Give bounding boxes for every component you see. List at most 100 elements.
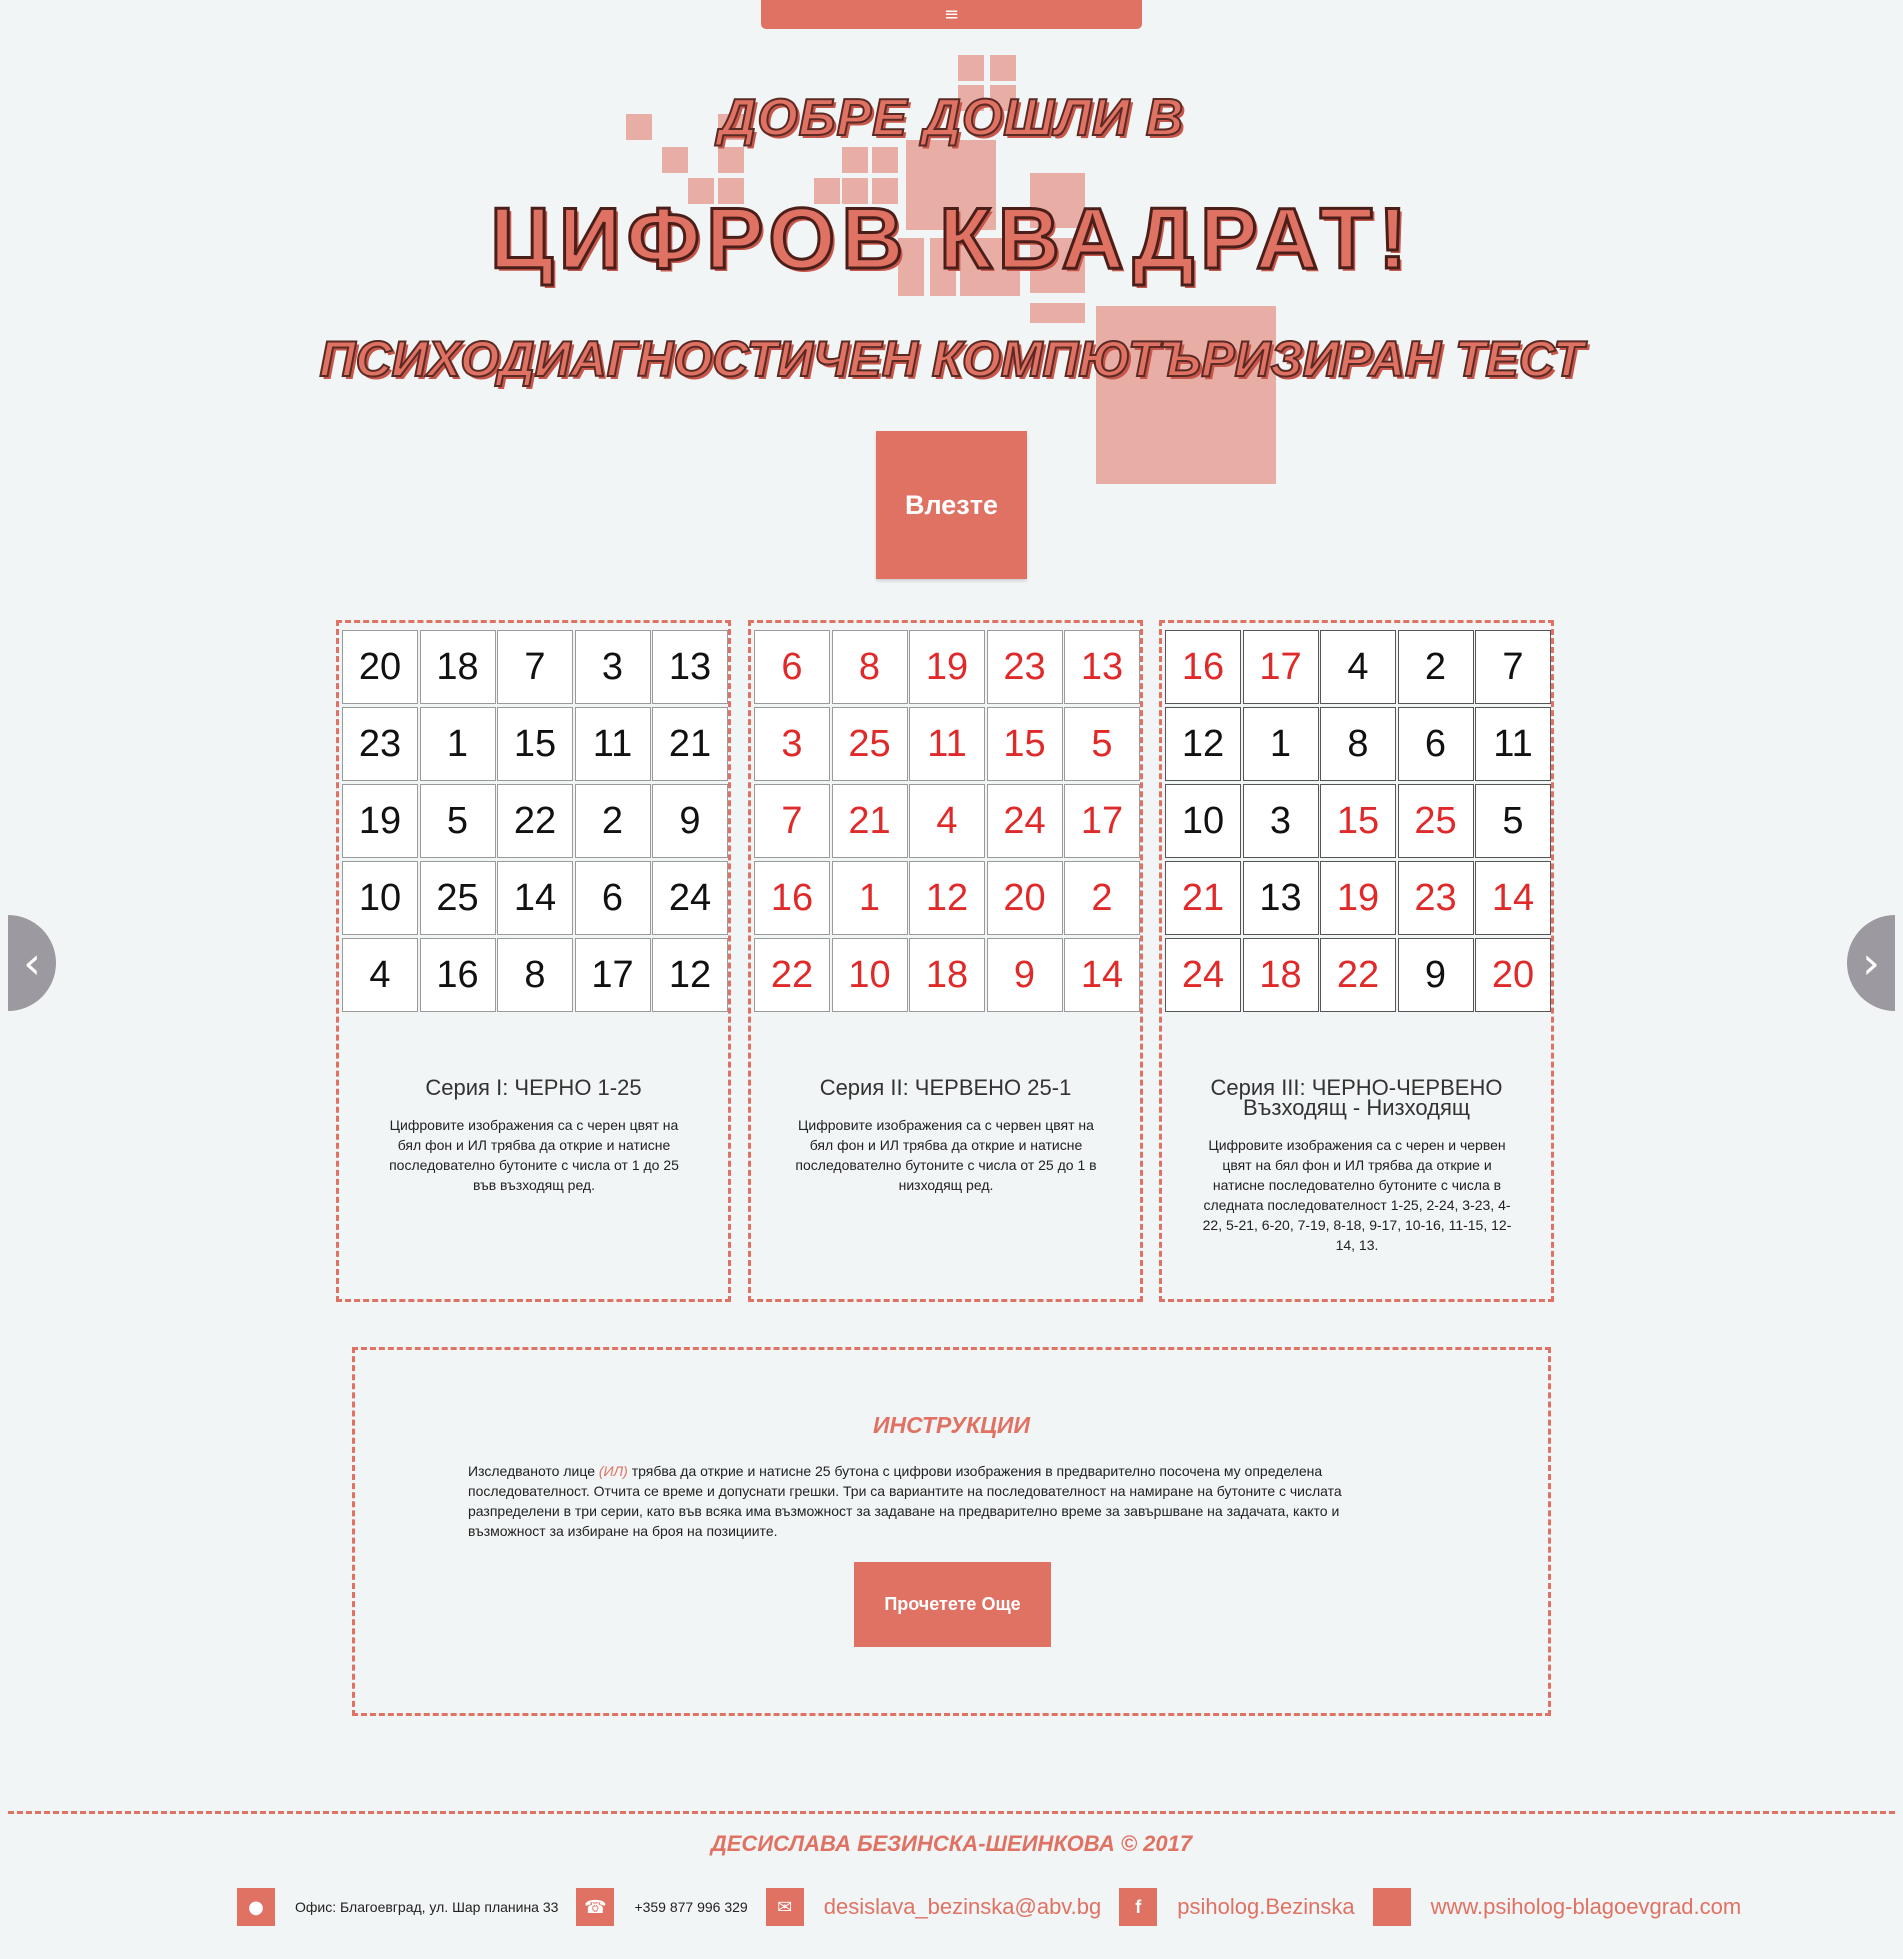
number-grid: 6 8 19 23 13 3 25 11 15 5 7 21 4 24 17 16 1 12 20 2 22 10 18 9 1… [754, 630, 1140, 1012]
number-cell[interactable]: 7 [1475, 630, 1551, 704]
number-cell[interactable]: 23 [342, 707, 418, 781]
number-cell[interactable]: 14 [1475, 861, 1551, 935]
number-cell[interactable]: 24 [652, 861, 728, 935]
number-cell[interactable]: 13 [652, 630, 728, 704]
website-link[interactable]: www.psiholog-blagoevgrad.com [1431, 1894, 1742, 1920]
number-cell[interactable]: 16 [1165, 630, 1241, 704]
number-cell[interactable]: 18 [419, 630, 496, 704]
location-pin-icon: ● [237, 1888, 275, 1926]
footer-divider [8, 1811, 1895, 1814]
number-cell[interactable]: 5 [1064, 707, 1140, 781]
number-cell[interactable]: 2 [1397, 630, 1474, 704]
number-cell[interactable]: 14 [1064, 938, 1140, 1012]
number-cell[interactable]: 18 [909, 938, 985, 1012]
number-cell[interactable]: 21 [831, 784, 908, 858]
number-cell[interactable]: 1 [1242, 707, 1319, 781]
number-cell[interactable]: 6 [1397, 707, 1474, 781]
number-cell[interactable]: 8 [831, 630, 908, 704]
envelope-icon[interactable]: ✉ [765, 1888, 804, 1926]
number-cell[interactable]: 19 [909, 630, 985, 704]
number-cell[interactable]: 25 [831, 707, 908, 781]
number-cell[interactable]: 5 [1475, 784, 1551, 858]
decor-square [842, 147, 868, 173]
number-cell[interactable]: 17 [574, 938, 651, 1012]
number-cell[interactable]: 9 [986, 938, 1063, 1012]
footer-contacts: ● Офис: Благоевград, ул. Шар планина 33 … [237, 1887, 1759, 1927]
number-cell[interactable]: 10 [1165, 784, 1241, 858]
number-cell[interactable]: 17 [1242, 630, 1319, 704]
number-cell[interactable]: 20 [986, 861, 1063, 935]
number-cell[interactable]: 15 [497, 707, 573, 781]
facebook-icon[interactable]: f [1119, 1888, 1158, 1926]
number-cell[interactable]: 17 [1064, 784, 1140, 858]
number-cell[interactable]: 16 [754, 861, 830, 935]
number-cell[interactable]: 2 [574, 784, 651, 858]
number-cell[interactable]: 7 [754, 784, 830, 858]
series-card-2: 6 8 19 23 13 3 25 11 15 5 7 21 4 24 17 16 1 12 20 2 22 10 18 9 1… [748, 620, 1143, 1302]
carousel-next-button[interactable]: › [1847, 915, 1895, 1011]
number-cell[interactable]: 22 [1320, 938, 1396, 1012]
number-cell[interactable]: 12 [909, 861, 985, 935]
number-cell[interactable]: 16 [419, 938, 496, 1012]
enter-button[interactable]: Влезте [876, 431, 1027, 579]
number-cell[interactable]: 9 [652, 784, 728, 858]
number-cell[interactable]: 21 [652, 707, 728, 781]
number-cell[interactable]: 4 [909, 784, 985, 858]
number-cell[interactable]: 3 [574, 630, 651, 704]
number-cell[interactable]: 1 [831, 861, 908, 935]
number-cell[interactable]: 23 [986, 630, 1063, 704]
number-cell[interactable]: 1 [419, 707, 496, 781]
number-cell[interactable]: 9 [1397, 938, 1474, 1012]
number-cell[interactable]: 19 [342, 784, 418, 858]
number-cell[interactable]: 5 [419, 784, 496, 858]
chevron-right-icon: › [1862, 937, 1880, 989]
number-cell[interactable]: 3 [1242, 784, 1319, 858]
number-cell[interactable]: 3 [754, 707, 830, 781]
number-cell[interactable]: 24 [986, 784, 1063, 858]
number-cell[interactable]: 2 [1064, 861, 1140, 935]
number-cell[interactable]: 15 [1320, 784, 1396, 858]
number-cell[interactable]: 6 [754, 630, 830, 704]
number-cell[interactable]: 13 [1242, 861, 1319, 935]
number-cell[interactable]: 25 [419, 861, 496, 935]
number-cell[interactable]: 21 [1165, 861, 1241, 935]
number-cell[interactable]: 4 [342, 938, 418, 1012]
number-cell[interactable]: 19 [1320, 861, 1396, 935]
number-cell[interactable]: 20 [1475, 938, 1551, 1012]
number-cell[interactable]: 8 [497, 938, 573, 1012]
number-cell[interactable]: 20 [342, 630, 418, 704]
decor-square [718, 147, 744, 173]
number-cell[interactable]: 22 [754, 938, 830, 1012]
number-cell[interactable]: 6 [574, 861, 651, 935]
number-cell[interactable]: 15 [986, 707, 1063, 781]
number-cell[interactable]: 23 [1397, 861, 1474, 935]
series-description: Цифровите изображения са с червен цвят н… [795, 1117, 1097, 1193]
number-cell[interactable]: 7 [497, 630, 573, 704]
email-link[interactable]: desislava_bezinska@abv.bg [824, 1894, 1102, 1920]
read-more-button[interactable]: Прочетете Още [854, 1562, 1051, 1647]
hero-subtitle: ПСИХОДИАГНОСТИЧЕН КОМПЮТЪРИЗИРАН ТЕСТ [318, 330, 1584, 388]
carousel-prev-button[interactable]: ‹ [8, 915, 56, 1011]
decor-square [662, 147, 688, 173]
number-grid: 20 18 7 3 13 23 1 15 11 21 19 5 22 2 9 10 25 14 6 24 4 16 8 17 1… [342, 630, 728, 1012]
number-cell[interactable]: 11 [909, 707, 985, 781]
number-cell[interactable]: 12 [652, 938, 728, 1012]
phone-number[interactable]: +359 877 996 329 [634, 1899, 747, 1915]
number-cell[interactable]: 25 [1397, 784, 1474, 858]
number-cell[interactable]: 8 [1320, 707, 1396, 781]
number-cell[interactable]: 10 [342, 861, 418, 935]
number-cell[interactable]: 11 [1475, 707, 1551, 781]
number-cell[interactable]: 22 [497, 784, 573, 858]
phone-icon[interactable]: ☎ [576, 1888, 615, 1926]
web-icon[interactable] [1372, 1888, 1411, 1926]
number-cell[interactable]: 13 [1064, 630, 1140, 704]
office-address: Офис: Благоевград, ул. Шар планина 33 [295, 1899, 559, 1915]
number-cell[interactable]: 18 [1242, 938, 1319, 1012]
number-cell[interactable]: 14 [497, 861, 573, 935]
number-cell[interactable]: 10 [831, 938, 908, 1012]
number-cell[interactable]: 4 [1320, 630, 1396, 704]
number-cell[interactable]: 24 [1165, 938, 1241, 1012]
facebook-link[interactable]: psiholog.Bezinska [1177, 1894, 1354, 1920]
number-cell[interactable]: 11 [574, 707, 651, 781]
number-cell[interactable]: 12 [1165, 707, 1241, 781]
